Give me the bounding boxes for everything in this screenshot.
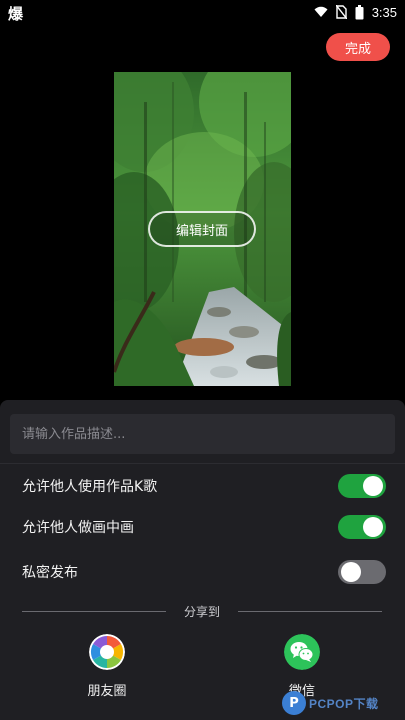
app-notification-icon: 爆	[8, 5, 24, 23]
setting-label: 私密发布	[22, 565, 78, 581]
setting-row-allow-pip: 允许他人做画中画	[22, 513, 386, 541]
share-header: 分享到	[22, 600, 383, 622]
moments-icon	[89, 634, 125, 670]
setting-label: 允许他人做画中画	[22, 520, 134, 536]
watermark-logo: P	[282, 691, 306, 715]
share-moments-button[interactable]: 朋友圈	[72, 634, 142, 699]
allow-karaoke-toggle[interactable]	[338, 474, 386, 498]
setting-row-private: 私密发布	[22, 558, 386, 586]
share-label: 朋友圈	[87, 684, 127, 699]
status-time: 3:35	[371, 4, 397, 20]
share-divider-right	[238, 610, 383, 612]
done-button[interactable]: 完成	[326, 33, 390, 61]
battery-icon	[355, 4, 364, 19]
toggle-knob	[341, 562, 361, 582]
toggle-knob	[363, 476, 383, 496]
allow-pip-toggle[interactable]	[338, 515, 386, 539]
edit-cover-button[interactable]: 编辑封面	[148, 211, 256, 247]
wechat-icon	[284, 634, 320, 670]
status-icons: 3:35	[314, 4, 397, 20]
status-bar: 爆 3:35	[0, 0, 405, 24]
setting-label: 允许他人使用作品K歌	[22, 479, 158, 495]
private-publish-toggle[interactable]	[338, 560, 386, 584]
no-sim-icon	[335, 5, 347, 19]
description-input[interactable]	[10, 414, 395, 454]
share-title: 分享到	[184, 604, 221, 619]
divider	[0, 463, 405, 464]
watermark-text: PCPOP下载	[309, 696, 379, 711]
toggle-knob	[363, 517, 383, 537]
setting-row-allow-karaoke: 允许他人使用作品K歌	[22, 472, 386, 500]
share-divider-left	[22, 610, 166, 612]
wifi-icon	[314, 6, 328, 17]
site-watermark: P PCPOP下载	[282, 686, 405, 720]
publish-settings-sheet: 允许他人使用作品K歌 允许他人做画中画 私密发布 分享到	[0, 400, 405, 720]
